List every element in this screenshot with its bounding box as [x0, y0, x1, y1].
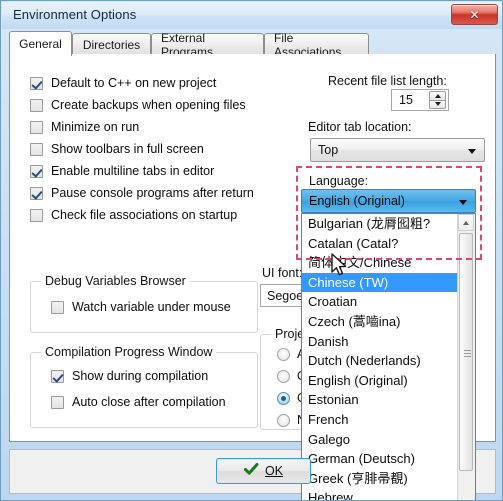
checkbox-label: Check file associations on startup	[51, 208, 238, 222]
tab-directories[interactable]: Directories	[72, 33, 151, 55]
list-item[interactable]: French	[302, 410, 459, 430]
ok-button[interactable]: OK	[216, 458, 311, 484]
chevron-down-icon	[459, 200, 467, 205]
checkbox-box[interactable]	[30, 186, 43, 200]
combobox-value: Top	[318, 143, 339, 157]
checkbox-box[interactable]	[51, 300, 64, 314]
list-item[interactable]: German (Deutsch)	[302, 449, 459, 469]
language-combobox[interactable]: English (Original)	[301, 189, 476, 213]
recent-file-list-spinner[interactable]: 15	[391, 89, 449, 111]
window-title: Environment Options	[13, 7, 137, 22]
language-label: Language:	[309, 174, 369, 188]
tab-label: Directories	[82, 37, 141, 52]
list-item[interactable]: Catalan (Catal?	[302, 234, 459, 254]
list-item[interactable]: Hebrew	[302, 488, 459, 500]
debug-variables-group: Debug Variables Browser Watch variable u…	[30, 274, 258, 333]
checkbox-box[interactable]	[30, 98, 43, 112]
spinner-down-button[interactable]	[429, 99, 446, 109]
combobox-value: English (Original)	[309, 194, 405, 208]
ok-underline: OK	[264, 464, 284, 478]
checkbox-pause-console[interactable]: Pause console programs after return	[30, 186, 254, 200]
tab-general[interactable]: General	[9, 31, 72, 56]
checkbox-label: Auto close after compilation	[72, 395, 226, 409]
triangle-down-icon	[434, 102, 441, 107]
list-item[interactable]: Greek (亨腓帚覩)	[302, 469, 459, 489]
compilation-progress-group: Compilation Progress Window Show during …	[30, 345, 258, 428]
radio-button[interactable]	[277, 413, 290, 427]
ok-button-label: OK	[265, 464, 283, 478]
chevron-down-icon	[468, 149, 476, 154]
list-item[interactable]: Estonian	[302, 390, 459, 410]
triangle-up-icon	[463, 220, 469, 225]
language-option-container: Bulgarian (龙脣囮粗? Catalan (Catal? 简体中文/Ch…	[302, 214, 459, 500]
checkbox-label: Show toolbars in full screen	[51, 142, 204, 156]
list-item[interactable]: Danish	[302, 332, 459, 352]
checkbox-box[interactable]	[30, 120, 43, 134]
checkbox-watch-variable[interactable]: Watch variable under mouse	[51, 300, 231, 314]
checkbox-show-during-compilation[interactable]: Show during compilation	[51, 369, 208, 383]
checkbox-box[interactable]	[51, 395, 64, 409]
editor-tab-location-combobox[interactable]: Top	[310, 138, 485, 162]
checkbox-box[interactable]	[30, 164, 43, 178]
group-title: Compilation Progress Window	[41, 345, 217, 359]
checkbox-label: Enable multiline tabs in editor	[51, 164, 215, 178]
tab-label: General	[19, 37, 62, 51]
title-bar[interactable]: Environment Options ✕	[2, 2, 502, 29]
radio-button[interactable]	[277, 391, 290, 405]
list-item[interactable]: 简体中文/Chinese	[302, 253, 459, 273]
checkbox-label: Show during compilation	[72, 369, 209, 383]
tab-external-programs[interactable]: External Programs	[151, 31, 264, 59]
checkbox-box[interactable]	[51, 369, 64, 383]
close-icon: ✕	[469, 7, 480, 22]
editor-tab-location-label: Editor tab location:	[308, 120, 412, 134]
checkbox-minimize-on-run[interactable]: Minimize on run	[30, 120, 139, 134]
checkbox-label: Minimize on run	[51, 120, 140, 134]
checkbox-check-file-associations[interactable]: Check file associations on startup	[30, 208, 237, 222]
group-title: Debug Variables Browser	[41, 274, 190, 288]
radio-button[interactable]	[277, 347, 290, 361]
spinner-buttons	[429, 91, 446, 109]
spinner-up-button[interactable]	[429, 91, 446, 100]
close-button[interactable]: ✕	[451, 4, 498, 25]
dropdown-scrollbar[interactable]	[457, 214, 475, 500]
list-item[interactable]: English (Original)	[302, 371, 459, 391]
ui-font-label: UI font:	[262, 266, 303, 280]
list-item[interactable]: Dutch (Nederlands)	[302, 351, 459, 371]
language-dropdown-list[interactable]: Bulgarian (龙脣囮粗? Catalan (Catal? 简体中文/Ch…	[301, 213, 476, 500]
checkbox-multiline-tabs[interactable]: Enable multiline tabs in editor	[30, 164, 214, 178]
list-item[interactable]: Czech (蒿嚙ina)	[302, 312, 459, 332]
checkbox-label: Create backups when opening files	[51, 98, 246, 112]
recent-file-list-label: Recent file list length:	[328, 74, 447, 88]
list-item[interactable]: Bulgarian (龙脣囮粗?	[302, 214, 459, 234]
checkbox-box[interactable]	[30, 142, 43, 156]
list-item[interactable]: Croatian	[302, 292, 459, 312]
checkbox-show-toolbars-fullscreen[interactable]: Show toolbars in full screen	[30, 142, 204, 156]
tab-file-associations[interactable]: File Associations	[264, 31, 369, 59]
scrollbar-grip-icon	[464, 350, 471, 357]
scrollbar-thumb[interactable]	[459, 233, 473, 471]
checkbox-box[interactable]	[30, 76, 43, 90]
checkbox-label: Default to C++ on new project	[51, 76, 217, 90]
checkbox-label: Watch variable under mouse	[72, 300, 231, 314]
check-icon	[243, 463, 259, 479]
checkbox-auto-close-after-compilation[interactable]: Auto close after compilation	[51, 395, 226, 409]
list-item-selected[interactable]: Chinese (TW)	[302, 272, 459, 293]
checkbox-box[interactable]	[30, 208, 43, 222]
checkbox-label: Pause console programs after return	[51, 186, 254, 200]
tab-strip: General Directories External Programs Fi…	[9, 31, 496, 59]
list-item[interactable]: Galego	[302, 430, 459, 450]
spinner-value: 15	[399, 93, 413, 107]
radio-button[interactable]	[277, 369, 290, 383]
checkbox-default-cpp[interactable]: Default to C++ on new project	[30, 76, 216, 90]
environment-options-dialog: Environment Options ✕ General Directorie…	[0, 0, 503, 501]
triangle-up-icon	[434, 93, 441, 98]
checkbox-create-backups[interactable]: Create backups when opening files	[30, 98, 246, 112]
scrollbar-up-button[interactable]	[458, 214, 474, 231]
